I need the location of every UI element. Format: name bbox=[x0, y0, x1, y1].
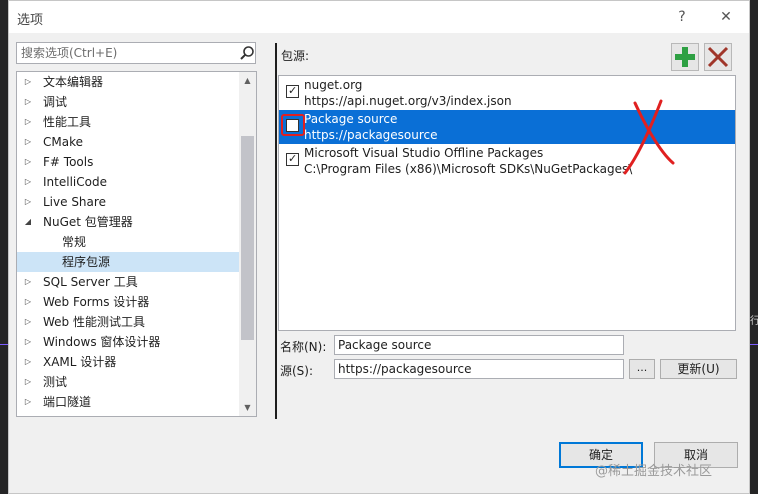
source-name: nuget.org bbox=[304, 78, 363, 92]
tree-item-label: Live Share bbox=[43, 195, 106, 209]
tree-item-label: Web 性能测试工具 bbox=[43, 315, 145, 329]
tree-item-nuget-package-manager[interactable]: ◢ NuGet 包管理器 bbox=[17, 212, 239, 232]
checkmark-icon: ✓ bbox=[288, 84, 298, 97]
expand-arrow-icon[interactable]: ▷ bbox=[23, 372, 33, 392]
expand-arrow-icon[interactable]: ▷ bbox=[23, 72, 33, 92]
tree-item-label: 常规 bbox=[62, 235, 87, 249]
expand-arrow-icon[interactable]: ▷ bbox=[23, 132, 33, 152]
tree-item-fsharp-tools[interactable]: ▷ F# Tools bbox=[17, 152, 239, 172]
tree-item-web-perf-test-tools[interactable]: ▷ Web 性能测试工具 bbox=[17, 312, 239, 332]
add-source-button[interactable] bbox=[671, 43, 699, 71]
background-left-edge bbox=[0, 0, 8, 494]
source-checkbox[interactable]: ✓ bbox=[286, 84, 299, 98]
expand-arrow-icon[interactable]: ▷ bbox=[23, 192, 33, 212]
expand-arrow-icon[interactable]: ▷ bbox=[23, 292, 33, 312]
plus-icon bbox=[675, 47, 695, 67]
background-line-right bbox=[750, 344, 758, 345]
tree-item-text-editor[interactable]: ▷ 文本编辑器 bbox=[17, 72, 239, 92]
tree-item-label: IntelliCode bbox=[43, 175, 107, 189]
scroll-down-icon[interactable]: ▼ bbox=[239, 399, 256, 416]
title-bar: 选项 ? ✕ bbox=[9, 1, 749, 33]
panel-divider bbox=[275, 43, 277, 419]
watermark: @稀土掘金技术社区 bbox=[595, 464, 713, 479]
annotation-red-box bbox=[281, 114, 305, 136]
search-box bbox=[16, 42, 256, 64]
remove-source-button[interactable] bbox=[704, 43, 732, 71]
tree-item-package-sources[interactable]: 程序包源 bbox=[17, 252, 239, 272]
expand-arrow-icon[interactable]: ▷ bbox=[23, 332, 33, 352]
search-input[interactable] bbox=[21, 45, 229, 61]
tree-item-debugging[interactable]: ▷ 调试 bbox=[17, 92, 239, 112]
tree-item-label: SQL Server 工具 bbox=[43, 275, 138, 289]
source-name: Package source bbox=[304, 112, 398, 126]
background-line-left bbox=[0, 344, 8, 345]
source-name-field[interactable] bbox=[334, 335, 624, 355]
background-right-text: 行 bbox=[750, 316, 758, 327]
tree-item-label: 端口隧道 bbox=[43, 395, 92, 409]
source-label: 源(S): bbox=[280, 364, 314, 378]
tree-item-web-forms-designer[interactable]: ▷ Web Forms 设计器 bbox=[17, 292, 239, 312]
remove-x-icon bbox=[707, 46, 729, 68]
source-url: https://packagesource bbox=[304, 128, 438, 142]
annotation-red-x-icon bbox=[623, 99, 675, 175]
tree-item-intellicode[interactable]: ▷ IntelliCode bbox=[17, 172, 239, 192]
expand-arrow-icon[interactable]: ▷ bbox=[23, 92, 33, 112]
search-icon[interactable] bbox=[239, 45, 255, 61]
options-dialog: 选项 ? ✕ ▷ 文本编辑器 ▷ 调试 ▷ 性能工具 ▷ CMake ▷ F# … bbox=[8, 0, 750, 494]
tree-item-label: XAML 设计器 bbox=[43, 355, 117, 369]
collapse-arrow-icon[interactable]: ◢ bbox=[23, 212, 33, 232]
tree-item-general[interactable]: 常规 bbox=[17, 232, 239, 252]
expand-arrow-icon[interactable]: ▷ bbox=[23, 152, 33, 172]
background-right-edge bbox=[750, 0, 758, 494]
close-button[interactable]: ✕ bbox=[716, 7, 736, 27]
options-tree: ▷ 文本编辑器 ▷ 调试 ▷ 性能工具 ▷ CMake ▷ F# Tools ▷… bbox=[16, 71, 257, 417]
tree-item-testing[interactable]: ▷ 测试 bbox=[17, 372, 239, 392]
expand-arrow-icon[interactable]: ▷ bbox=[23, 312, 33, 332]
tree-scrollbar[interactable]: ▲ ▼ bbox=[239, 72, 256, 416]
source-checkbox[interactable]: ✓ bbox=[286, 152, 299, 166]
tree-item-label: Windows 窗体设计器 bbox=[43, 335, 161, 349]
tree-item-xaml-designer[interactable]: ▷ XAML 设计器 bbox=[17, 352, 239, 372]
tree-item-label: F# Tools bbox=[43, 155, 94, 169]
tree-item-label: 性能工具 bbox=[43, 115, 92, 129]
name-label: 名称(N): bbox=[280, 340, 327, 354]
expand-arrow-icon[interactable]: ▷ bbox=[23, 352, 33, 372]
browse-button[interactable]: ... bbox=[629, 359, 655, 379]
tree-item-cmake[interactable]: ▷ CMake bbox=[17, 132, 239, 152]
tree-item-label: CMake bbox=[43, 135, 83, 149]
source-name: Microsoft Visual Studio Offline Packages bbox=[304, 146, 544, 160]
tree-item-sql-server-tools[interactable]: ▷ SQL Server 工具 bbox=[17, 272, 239, 292]
tree-item-performance-tools[interactable]: ▷ 性能工具 bbox=[17, 112, 239, 132]
update-button[interactable]: 更新(U) bbox=[660, 359, 737, 379]
tree-item-port-tunneling[interactable]: ▷ 端口隧道 bbox=[17, 392, 239, 412]
tree-item-label: 文本编辑器 bbox=[43, 75, 104, 89]
scrollbar-thumb[interactable] bbox=[241, 136, 254, 340]
help-button[interactable]: ? bbox=[672, 7, 692, 27]
expand-arrow-icon[interactable]: ▷ bbox=[23, 112, 33, 132]
source-url: C:\Program Files (x86)\Microsoft SDKs\Nu… bbox=[304, 162, 633, 176]
tree-item-label: NuGet 包管理器 bbox=[43, 215, 133, 229]
tree-item-label: 调试 bbox=[43, 95, 68, 109]
tree-item-label: 测试 bbox=[43, 375, 68, 389]
checkmark-icon: ✓ bbox=[288, 152, 298, 165]
source-url: https://api.nuget.org/v3/index.json bbox=[304, 94, 512, 108]
package-sources-label: 包源: bbox=[281, 49, 310, 63]
tree-item-windows-forms-designer[interactable]: ▷ Windows 窗体设计器 bbox=[17, 332, 239, 352]
source-url-field[interactable] bbox=[334, 359, 624, 379]
tree-item-label: Web Forms 设计器 bbox=[43, 295, 150, 309]
expand-arrow-icon[interactable]: ▷ bbox=[23, 172, 33, 192]
tree-item-label: 程序包源 bbox=[62, 255, 111, 269]
scroll-up-icon[interactable]: ▲ bbox=[239, 72, 256, 89]
dialog-title: 选项 bbox=[17, 13, 44, 28]
expand-arrow-icon[interactable]: ▷ bbox=[23, 272, 33, 292]
expand-arrow-icon[interactable]: ▷ bbox=[23, 392, 33, 412]
tree-item-live-share[interactable]: ▷ Live Share bbox=[17, 192, 239, 212]
